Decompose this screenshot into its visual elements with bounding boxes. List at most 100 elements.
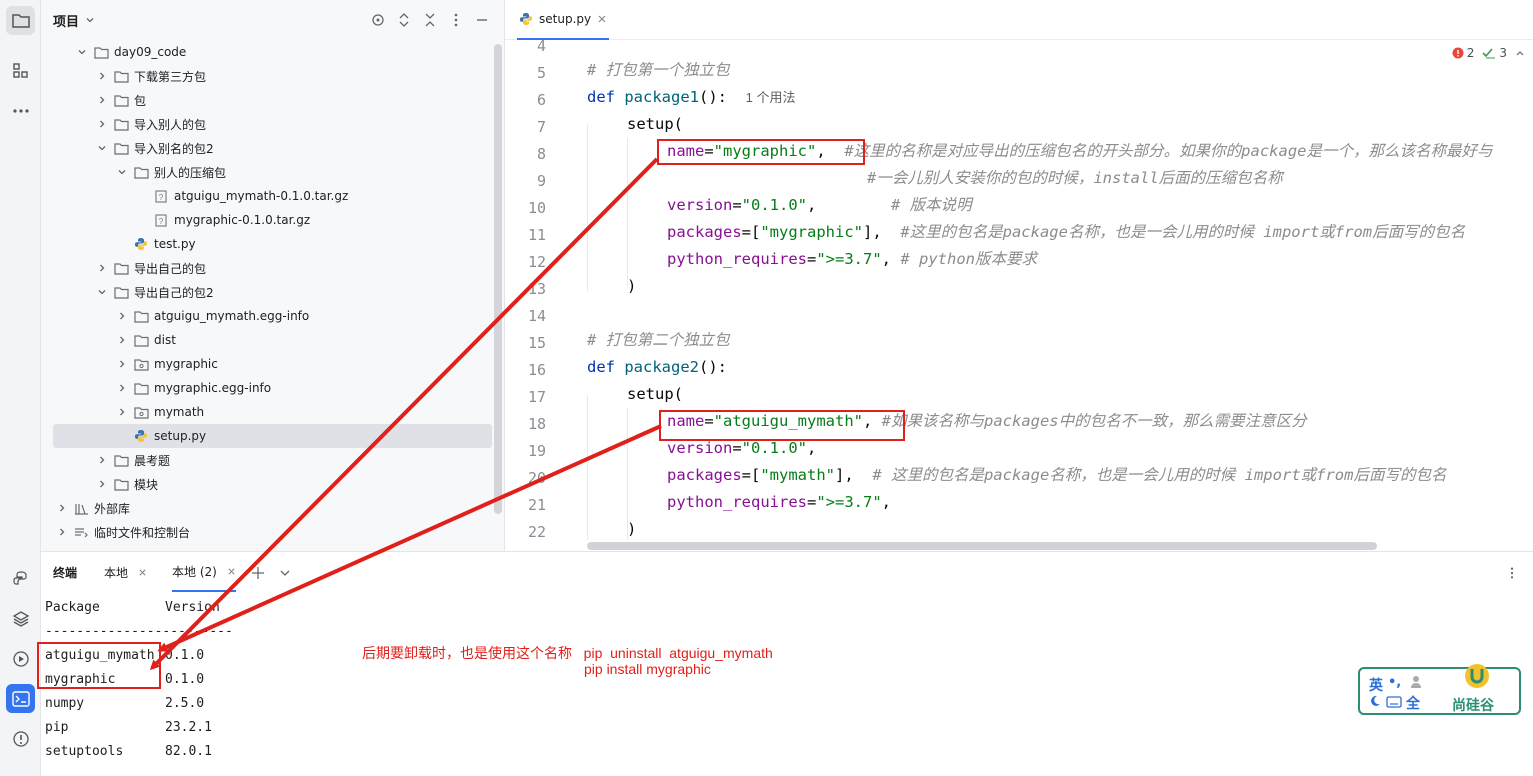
folder-icon [113, 477, 129, 491]
chevron-down-icon[interactable] [84, 14, 96, 26]
run-button[interactable] [6, 644, 35, 673]
tree-item-label: 导出自己的包 [134, 261, 207, 276]
folder-icon [133, 381, 149, 395]
tree-item[interactable]: 下载第三方包 [41, 64, 206, 88]
close-icon[interactable] [227, 567, 236, 576]
keyboard-icon[interactable] [1386, 696, 1402, 708]
chevron-right-icon[interactable] [55, 503, 69, 513]
chevron-right-icon[interactable] [115, 335, 129, 345]
add-tab-icon[interactable] [251, 566, 265, 580]
chevron-right-icon[interactable] [95, 479, 109, 489]
moon-icon[interactable] [1369, 695, 1381, 707]
tree-item[interactable]: 临时文件和控制台 [41, 520, 190, 544]
tree-item[interactable]: 别人的压缩包 [41, 160, 226, 184]
more-tools-button[interactable] [6, 96, 35, 125]
tree-item[interactable]: setup.py [53, 424, 492, 448]
tree-item[interactable]: ? atguigu_mymath-0.1.0.tar.gz [41, 184, 348, 208]
tree-item[interactable]: 导入别名的包2 [41, 136, 214, 160]
structure-tool-button[interactable] [6, 56, 35, 85]
tree-item-label: setup.py [154, 429, 207, 443]
tree-item-label: test.py [154, 237, 196, 251]
code-string: "mygraphic" [760, 223, 863, 241]
project-scrollbar[interactable] [494, 44, 502, 514]
ime-punct[interactable]: •, [1388, 675, 1401, 690]
chevron-down-icon[interactable] [75, 47, 89, 57]
chevron-down-icon[interactable] [95, 143, 109, 153]
chevron-right-icon[interactable] [95, 263, 109, 273]
terminal-tab-local-2[interactable]: 本地 (2) [172, 552, 236, 592]
tree-item[interactable]: dist [41, 328, 176, 352]
code-comment: # 这里的包名是package名称，也是一会儿用的时候 import或from后… [872, 466, 1447, 484]
ime-brand: 尚硅谷 [1452, 698, 1494, 714]
tree-item[interactable]: atguigu_mymath.egg-info [41, 304, 309, 328]
collapse-all-icon[interactable] [422, 12, 438, 28]
folder-icon [113, 285, 129, 299]
python-console-button[interactable] [6, 564, 35, 593]
usage-hint[interactable]: 1 个用法 [746, 90, 796, 105]
run-icon [12, 650, 29, 667]
chevron-right-icon[interactable] [115, 407, 129, 417]
user-icon[interactable] [1410, 675, 1422, 689]
code-keyword: def [587, 358, 615, 376]
chevron-right-icon[interactable] [115, 311, 129, 321]
tree-item[interactable]: mygraphic.egg-info [41, 376, 271, 400]
annotation-note-line2: pip install mygraphic [584, 661, 711, 677]
more-dots-icon [12, 108, 29, 113]
tree-item-label: mygraphic.egg-info [154, 381, 272, 395]
options-icon[interactable] [1505, 566, 1519, 580]
code-string: "0.1.0" [741, 196, 807, 214]
tree-item[interactable]: 晨考题 [41, 448, 170, 472]
archive-file-icon: ? [153, 189, 169, 203]
problems-icon [12, 730, 29, 747]
chevron-right-icon[interactable] [95, 119, 109, 129]
code-call: setup( [627, 385, 683, 403]
code-punct: ) [627, 520, 637, 538]
chevron-right-icon[interactable] [55, 527, 69, 537]
ime-toolbar[interactable]: 英 •, 全 尚硅谷 [1358, 664, 1521, 715]
code-param: version [667, 196, 733, 214]
project-title[interactable]: 项目 [53, 11, 79, 30]
close-icon[interactable] [597, 14, 607, 24]
project-tool-button[interactable] [6, 6, 35, 35]
terminal-divider: ------------------------ [45, 624, 233, 639]
options-icon[interactable] [448, 12, 464, 28]
editor-horizontal-scrollbar[interactable] [587, 542, 1377, 550]
ime-width-mode[interactable]: 全 [1406, 693, 1420, 713]
tree-item[interactable]: mymath [41, 400, 204, 424]
chevron-right-icon[interactable] [95, 95, 109, 105]
editor-tab-setup-py[interactable]: setup.py [517, 0, 610, 40]
tree-item[interactable]: 包 [41, 88, 146, 112]
tree-item[interactable]: 导出自己的包2 [41, 280, 214, 304]
services-button[interactable] [6, 604, 35, 633]
tree-item[interactable]: 导入别人的包 [41, 112, 206, 136]
python-file-icon [133, 237, 149, 251]
tree-item[interactable]: mygraphic [41, 352, 218, 376]
chevron-right-icon[interactable] [95, 71, 109, 81]
tree-item[interactable]: 外部库 [41, 496, 130, 520]
locate-icon[interactable] [370, 12, 386, 28]
code-area[interactable]: # 打包第一个独立包 def package1(): 1 个用法 setup( … [505, 40, 1533, 540]
chevron-right-icon[interactable] [115, 383, 129, 393]
close-icon[interactable] [138, 568, 147, 577]
chevron-right-icon[interactable] [115, 359, 129, 369]
expand-all-icon[interactable] [396, 12, 412, 28]
tree-item-label: 外部库 [94, 501, 131, 516]
chevron-right-icon[interactable] [95, 455, 109, 465]
hide-icon[interactable] [474, 12, 490, 28]
problems-button[interactable] [6, 724, 35, 753]
code-call: setup( [627, 115, 683, 133]
chevron-down-icon[interactable] [279, 567, 291, 579]
code-string: ">=3.7" [816, 250, 882, 268]
tree-item[interactable]: 模块 [41, 472, 158, 496]
tree-item[interactable]: ? mygraphic-0.1.0.tar.gz [41, 208, 310, 232]
package-version-cell: 2.5.0 [165, 696, 205, 711]
terminal-tool-button[interactable] [6, 684, 35, 713]
chevron-down-icon[interactable] [95, 287, 109, 297]
tree-item[interactable]: day09_code [41, 40, 186, 64]
tree-item[interactable]: 导出自己的包 [41, 256, 206, 280]
tree-item-label: 晨考题 [134, 453, 171, 468]
terminal-tab-local[interactable]: 本地 [104, 552, 147, 592]
tree-item[interactable]: test.py [41, 232, 196, 256]
ime-mode[interactable]: 英 [1369, 675, 1383, 695]
chevron-down-icon[interactable] [115, 167, 129, 177]
